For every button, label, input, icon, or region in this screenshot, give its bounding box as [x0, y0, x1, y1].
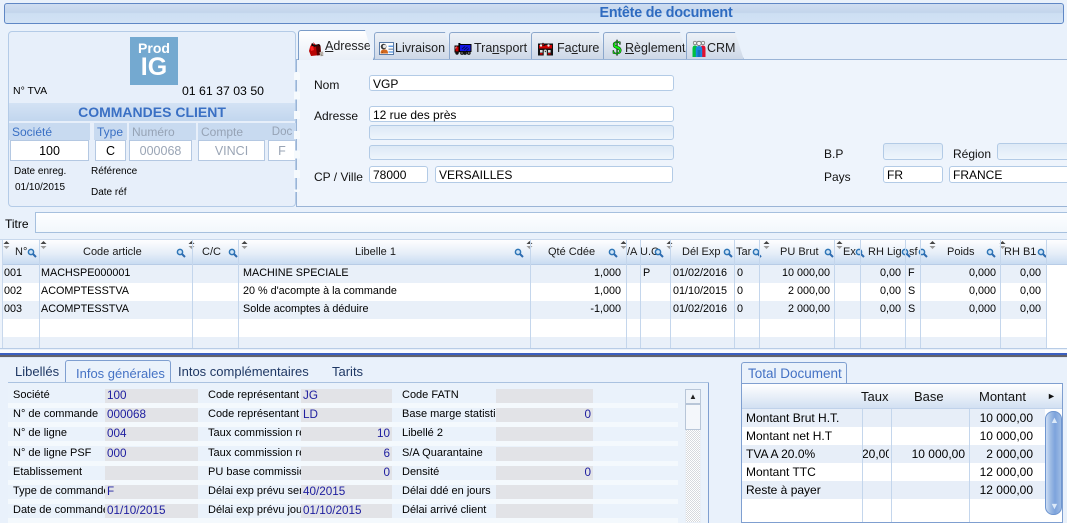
svg-text:$: $	[612, 39, 622, 57]
